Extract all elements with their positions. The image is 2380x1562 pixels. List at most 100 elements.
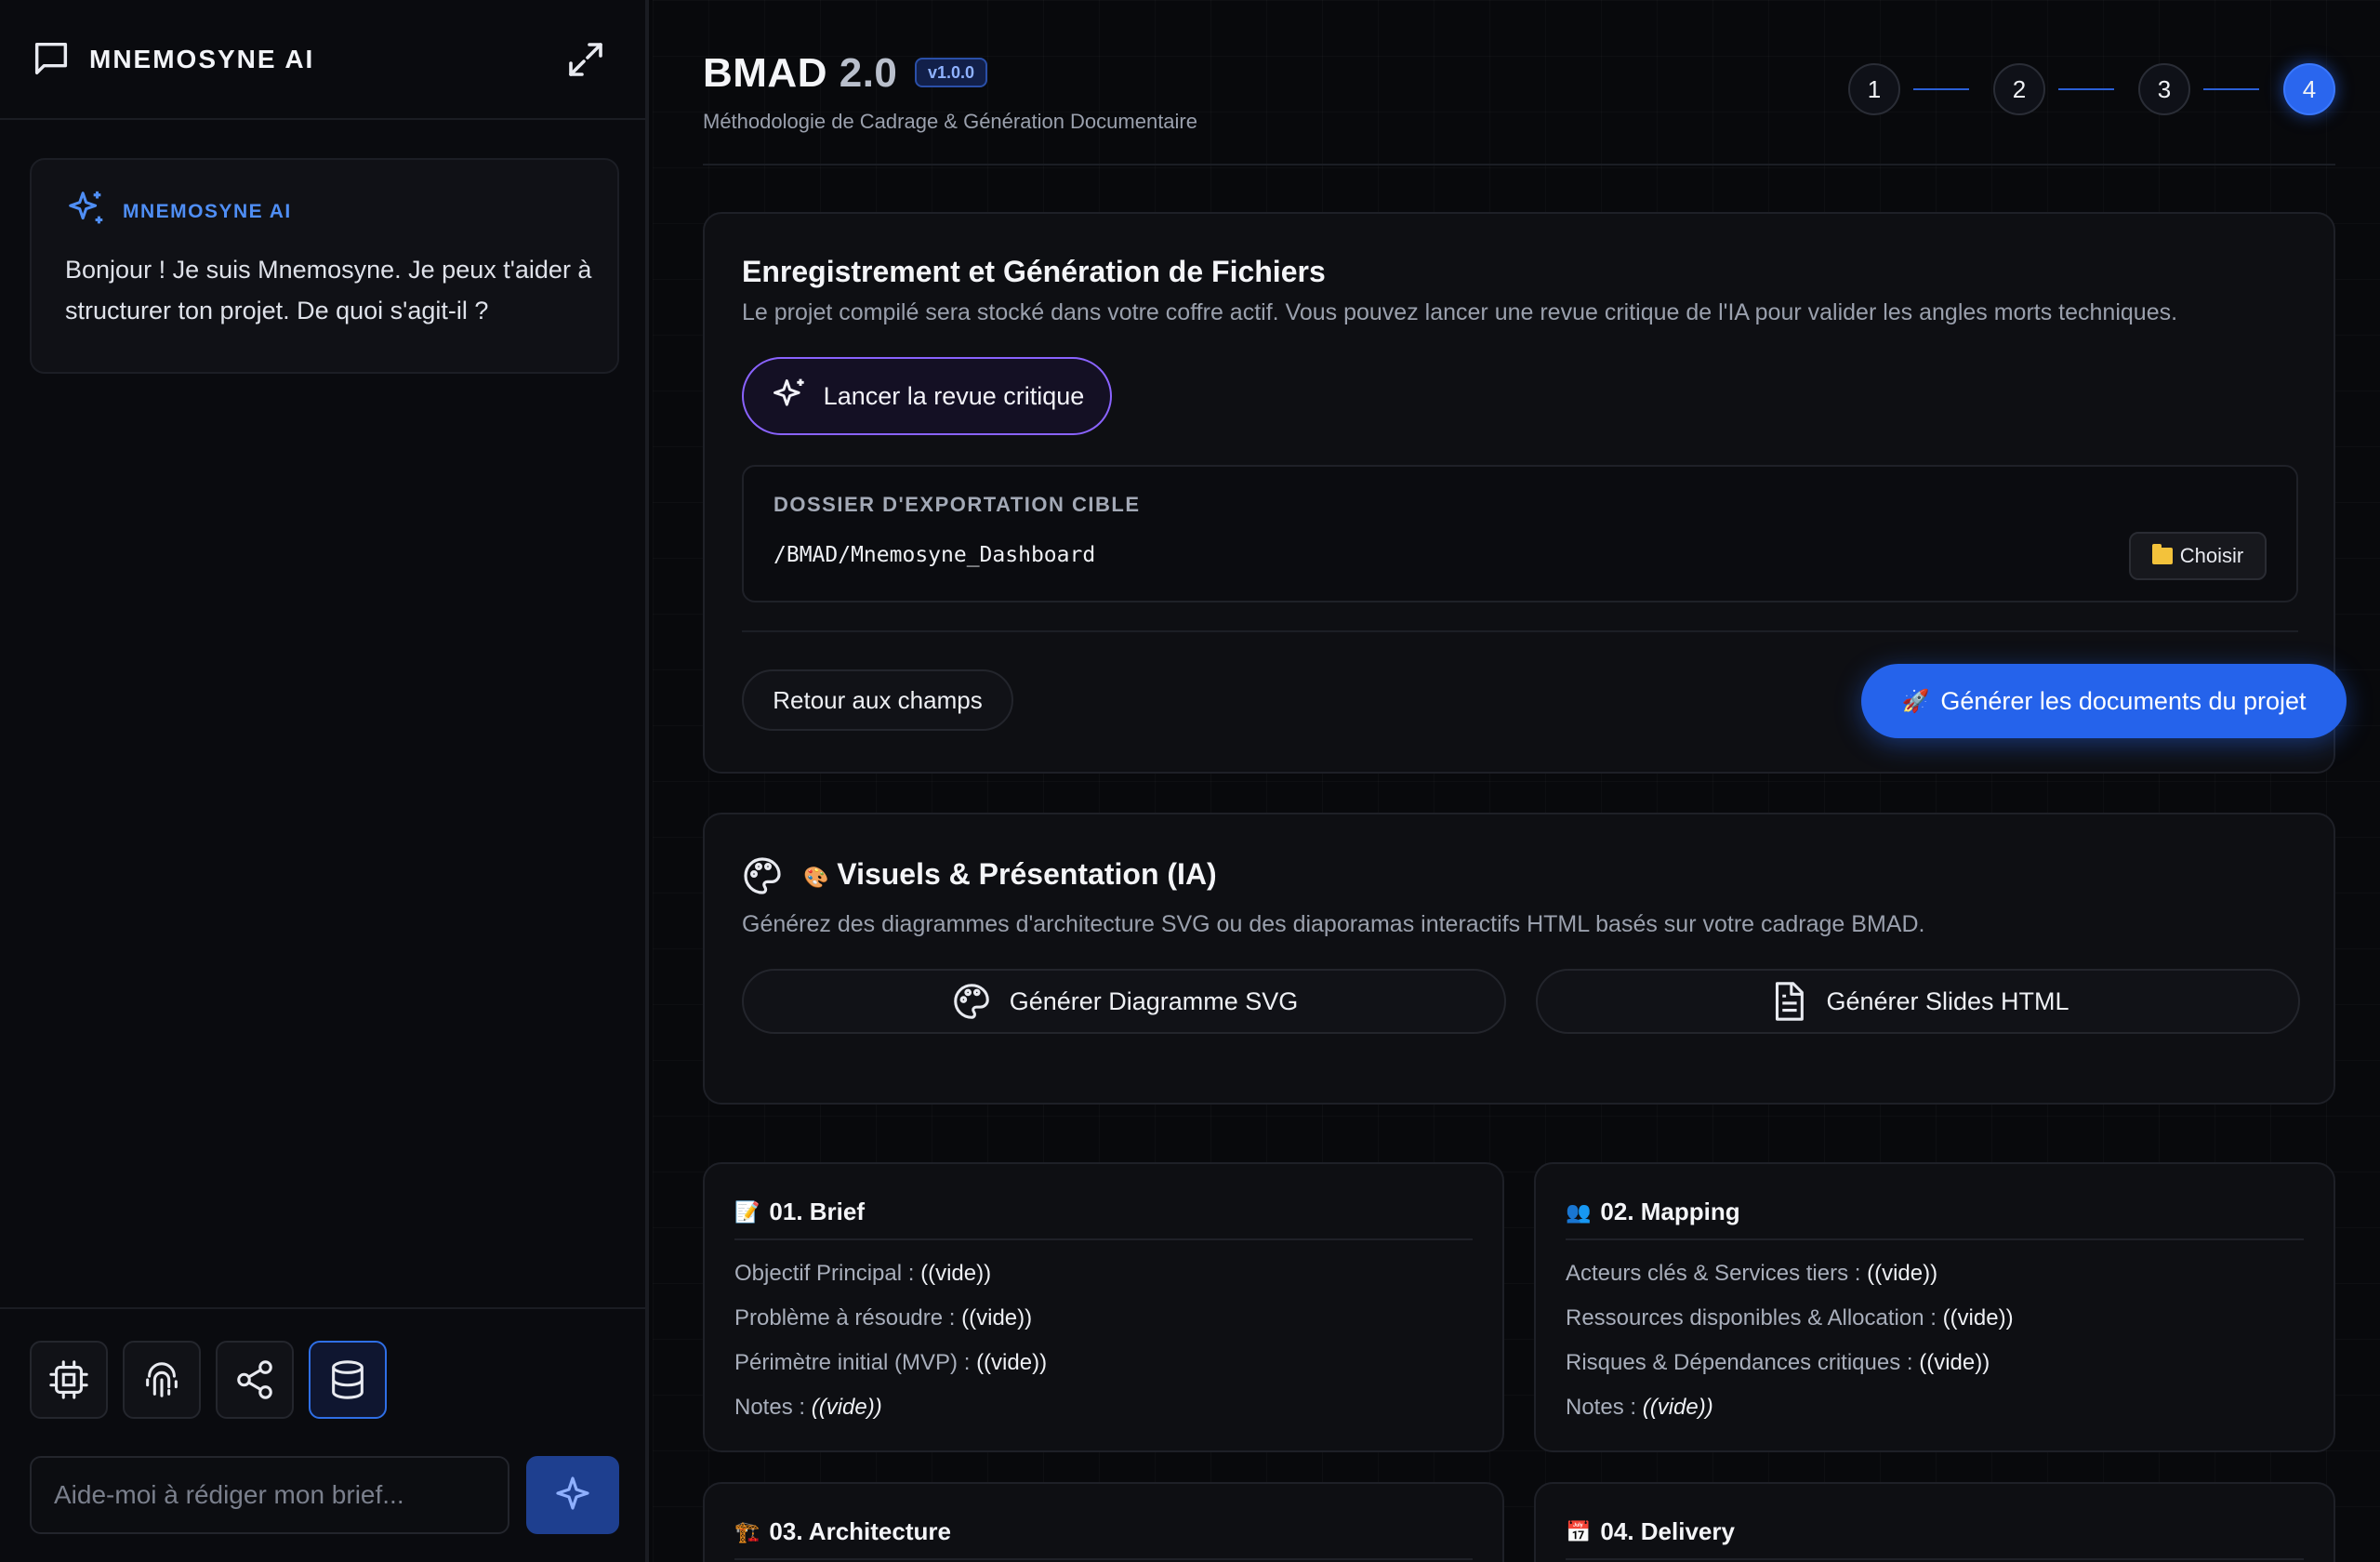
export-folder-label: DOSSIER D'EXPORTATION CIBLE xyxy=(774,493,1141,516)
files-card-description: Le projet compilé sera stocké dans votre… xyxy=(742,299,2178,325)
mapping-field: Risques & Dépendances critiques : ((vide… xyxy=(1566,1350,1990,1376)
sidebar-title: MNEMOSYNE AI xyxy=(89,45,315,73)
delivery-card: 📅 04. Delivery xyxy=(1534,1482,2335,1562)
mapping-card-title: 👥 02. Mapping xyxy=(1566,1198,1740,1226)
field-value: ((vide)) xyxy=(1942,1305,2014,1330)
expand-icon[interactable] xyxy=(563,37,608,82)
database-button[interactable] xyxy=(309,1341,387,1419)
header-divider xyxy=(703,164,2335,165)
field-key: Objectif Principal : xyxy=(734,1261,915,1286)
choose-folder-label: Choisir xyxy=(2179,544,2244,567)
mapping-card: 👥 02. Mapping Acteurs clés & Services ti… xyxy=(1534,1162,2335,1452)
choose-folder-button[interactable]: Choisir xyxy=(2129,532,2267,580)
export-folder-path: /BMAD/Mnemosyne_Dashboard xyxy=(774,543,1096,567)
mapping-field: Notes : ((vide)) xyxy=(1566,1395,1713,1421)
file-text-icon xyxy=(1776,982,1805,1021)
cpu-button[interactable] xyxy=(30,1341,108,1419)
share-icon xyxy=(237,1360,272,1399)
brief-field: Problème à résoudre : ((vide)) xyxy=(734,1305,1032,1331)
step-2[interactable]: 2 xyxy=(1993,63,2045,115)
brief-card: 📝 01. Brief Objectif Principal : ((vide)… xyxy=(703,1162,1504,1452)
card-divider xyxy=(742,630,2298,632)
card-divider xyxy=(734,1558,1473,1560)
calendar-icon: 📅 xyxy=(1566,1519,1592,1543)
export-folder-box: DOSSIER D'EXPORTATION CIBLE /BMAD/Mnemos… xyxy=(742,465,2298,602)
app-title-version: 2.0 xyxy=(839,50,898,96)
field-key: Périmètre initial (MVP) : xyxy=(734,1350,971,1375)
sparkles-icon xyxy=(69,191,103,224)
version-badge: v1.0.0 xyxy=(915,58,988,87)
brief-field: Périmètre initial (MVP) : ((vide)) xyxy=(734,1350,1047,1376)
sidebar-header: MNEMOSYNE AI xyxy=(0,0,645,120)
files-card: Enregistrement et Génération de Fichiers… xyxy=(703,212,2347,774)
architecture-title-text: 03. Architecture xyxy=(769,1517,951,1545)
architecture-card-title: 🏗️ 03. Architecture xyxy=(734,1517,951,1546)
files-card-title: Enregistrement et Génération de Fichiers xyxy=(742,255,1326,288)
step-connector xyxy=(2058,88,2114,90)
brief-title-text: 01. Brief xyxy=(769,1198,866,1225)
back-to-fields-button[interactable]: Retour aux champs xyxy=(742,669,1013,731)
critical-review-button[interactable]: Lancer la revue critique xyxy=(742,357,1112,435)
generate-documents-label: Générer les documents du projet xyxy=(1940,686,2307,715)
chat-bubble-icon xyxy=(34,42,68,75)
field-value: ((vide)) xyxy=(1642,1395,1713,1420)
database-icon xyxy=(332,1360,364,1399)
visuals-card-title: 🎨 Visuels & Présentation (IA) xyxy=(803,857,1217,892)
field-value: ((vide)) xyxy=(961,1305,1033,1330)
card-divider xyxy=(1566,1238,2304,1240)
architecture-card: 🏗️ 03. Architecture xyxy=(703,1482,1504,1562)
sidebar-footer xyxy=(0,1307,645,1562)
field-key: Risques & Dépendances critiques : xyxy=(1566,1350,1913,1375)
assistant-sidebar: MNEMOSYNE AI MNEMOSYNE AI Bonjour ! Je s… xyxy=(0,0,649,1562)
field-key: Ressources disponibles & Allocation : xyxy=(1566,1305,1937,1330)
brief-card-title: 📝 01. Brief xyxy=(734,1198,865,1226)
ai-message: Bonjour ! Je suis Mnemosyne. Je peux t'a… xyxy=(65,256,592,324)
card-divider xyxy=(1566,1558,2304,1560)
sparkles-icon xyxy=(556,1476,589,1510)
fingerprint-button[interactable] xyxy=(123,1341,201,1419)
mapping-field: Ressources disponibles & Allocation : ((… xyxy=(1566,1305,2014,1331)
field-key: Notes : xyxy=(734,1395,806,1420)
mapping-title-text: 02. Mapping xyxy=(1600,1198,1740,1225)
step-connector xyxy=(1913,88,1969,90)
send-button[interactable] xyxy=(526,1456,619,1534)
field-key: Problème à résoudre : xyxy=(734,1305,956,1330)
share-button[interactable] xyxy=(216,1341,294,1419)
field-value: ((vide)) xyxy=(976,1350,1048,1375)
field-value: ((vide)) xyxy=(811,1395,882,1420)
visuals-card-description: Générez des diagrammes d'architecture SV… xyxy=(742,911,1925,937)
step-3[interactable]: 3 xyxy=(2138,63,2190,115)
step-1[interactable]: 1 xyxy=(1848,63,1900,115)
generate-svg-label: Générer Diagramme SVG xyxy=(1009,986,1299,1015)
step-4[interactable]: 4 xyxy=(2283,63,2335,115)
rocket-icon: 🚀 xyxy=(1901,688,1930,714)
app-subtitle: Méthodologie de Cadrage & Génération Doc… xyxy=(703,110,1197,133)
palette-emoji-icon: 🎨 xyxy=(803,866,829,889)
field-key: Acteurs clés & Services tiers : xyxy=(1566,1261,1861,1286)
step-connector xyxy=(2203,88,2259,90)
cpu-icon xyxy=(49,1360,88,1399)
palette-icon xyxy=(744,857,781,894)
chat-input[interactable] xyxy=(30,1456,509,1534)
building-icon: 🏗️ xyxy=(734,1519,760,1543)
card-divider xyxy=(734,1238,1473,1240)
visuals-card: 🎨 Visuels & Présentation (IA) Générez de… xyxy=(703,813,2335,1105)
main-panel: BMAD 2.0 v1.0.0 Méthodologie de Cadrage … xyxy=(653,0,2380,1562)
generate-slides-button[interactable]: Générer Slides HTML xyxy=(1536,969,2300,1034)
ai-message-card: MNEMOSYNE AI Bonjour ! Je suis Mnemosyne… xyxy=(30,158,619,374)
people-icon: 👥 xyxy=(1566,1199,1592,1224)
mapping-field: Acteurs clés & Services tiers : ((vide)) xyxy=(1566,1261,1937,1287)
critical-review-label: Lancer la revue critique xyxy=(823,381,1085,410)
field-value: ((vide)) xyxy=(1919,1350,1990,1375)
generate-documents-button[interactable]: 🚀 Générer les documents du projet xyxy=(1861,664,2347,738)
field-value: ((vide)) xyxy=(920,1261,992,1286)
folder-icon xyxy=(2151,544,2173,564)
delivery-title-text: 04. Delivery xyxy=(1600,1517,1735,1545)
generate-svg-button[interactable]: Générer Diagramme SVG xyxy=(742,969,1506,1034)
visuals-card-title-text: Visuels & Présentation (IA) xyxy=(837,857,1217,891)
brief-field: Objectif Principal : ((vide)) xyxy=(734,1261,991,1287)
delivery-card-title: 📅 04. Delivery xyxy=(1566,1517,1735,1546)
ai-label: MNEMOSYNE AI xyxy=(123,201,292,222)
fingerprint-icon xyxy=(146,1362,178,1397)
field-key: Notes : xyxy=(1566,1395,1637,1420)
